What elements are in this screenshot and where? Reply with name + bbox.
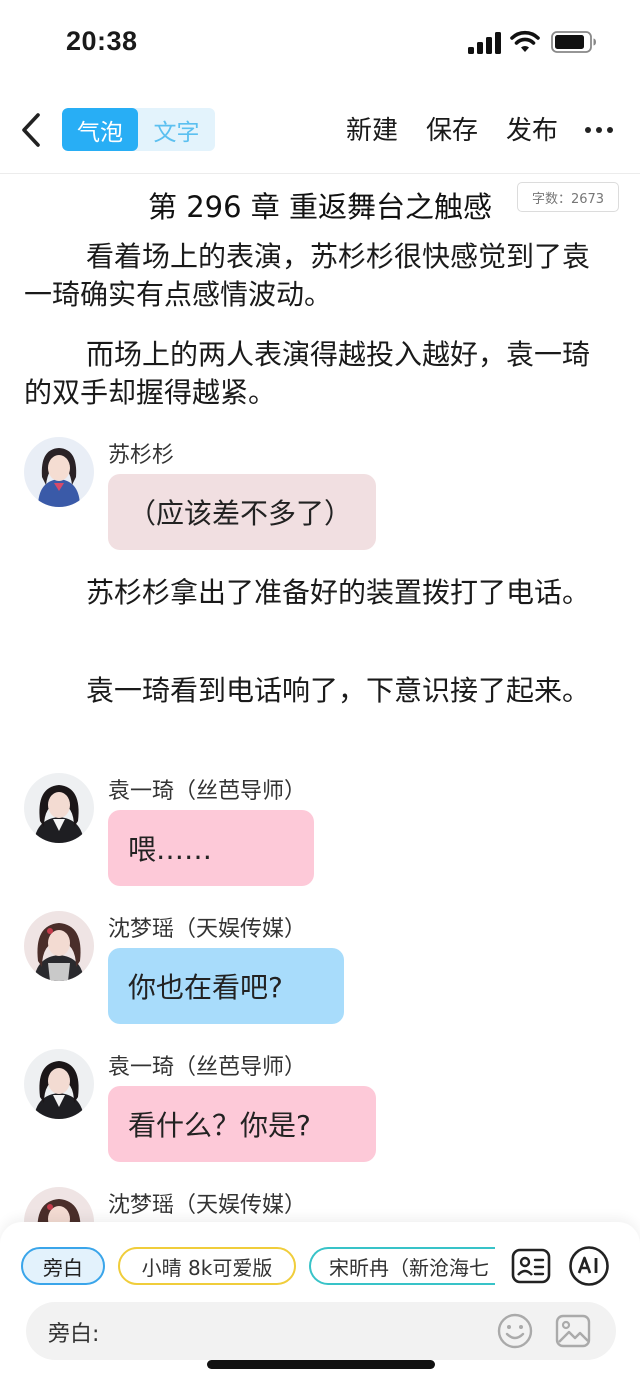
image-icon[interactable] xyxy=(554,1312,592,1350)
editor-header: 气泡 文字 新建 保存 发布 xyxy=(0,86,640,174)
word-count-badge: 字数：2673 xyxy=(517,182,619,212)
publish-button[interactable]: 发布 xyxy=(506,110,558,147)
new-button[interactable]: 新建 xyxy=(346,110,398,147)
role-chip-song[interactable]: 宋昕冉（新沧海七 xyxy=(309,1247,495,1285)
mode-toggle: 气泡 文字 xyxy=(62,108,215,151)
narration-paragraph[interactable]: 袁一琦看到电话响了，下意识接了起来。 xyxy=(24,672,610,710)
speaker-name: 苏杉杉 xyxy=(108,443,175,468)
battery-icon xyxy=(551,31,596,53)
avatar[interactable] xyxy=(24,773,94,843)
speaker-name: 沈梦瑶（天娱传媒） xyxy=(108,1193,307,1218)
home-indicator[interactable] xyxy=(207,1360,435,1369)
tab-text-mode[interactable]: 文字 xyxy=(138,108,215,151)
avatar[interactable] xyxy=(24,911,94,981)
role-list-icon[interactable] xyxy=(510,1245,552,1287)
status-bar: 20:38 xyxy=(0,0,640,86)
avatar-portrait-icon xyxy=(24,1049,94,1119)
avatar-portrait-icon xyxy=(24,911,94,981)
chevron-left-icon[interactable] xyxy=(18,110,48,150)
speaker-name: 袁一琦（丝芭导师） xyxy=(108,779,307,804)
narration-paragraph[interactable]: 苏杉杉拿出了准备好的装置拨打了电话。 xyxy=(24,574,610,612)
wifi-icon xyxy=(510,30,540,52)
ai-icon[interactable] xyxy=(568,1245,610,1287)
avatar[interactable] xyxy=(24,437,94,507)
save-button[interactable]: 保存 xyxy=(426,110,478,147)
role-chip-narration[interactable]: 旁白 xyxy=(21,1247,105,1285)
more-dots-icon[interactable] xyxy=(584,126,614,134)
signal-icon xyxy=(468,32,501,54)
speaker-name: 袁一琦（丝芭导师） xyxy=(108,1055,307,1080)
status-time: 20:38 xyxy=(66,26,138,56)
tab-bubble-mode[interactable]: 气泡 xyxy=(62,108,138,151)
narration-paragraph[interactable]: 而场上的两人表演得越投入越好，袁一琦的双手却握得越紧。 xyxy=(24,336,610,412)
dialogue-input[interactable]: 旁白: xyxy=(26,1302,616,1360)
input-speaker-label: 旁白: xyxy=(48,1322,100,1347)
avatar-portrait-icon xyxy=(24,437,94,507)
role-chip-xiaoqing[interactable]: 小晴 8k可爱版 xyxy=(118,1247,296,1285)
emoji-icon[interactable] xyxy=(496,1312,534,1350)
speaker-name: 沈梦瑶（天娱传媒） xyxy=(108,917,307,942)
chat-bubble[interactable]: 你也在看吧? xyxy=(108,948,344,1024)
chat-bubble[interactable]: （应该差不多了） xyxy=(108,474,376,550)
avatar-portrait-icon xyxy=(24,773,94,843)
chat-bubble[interactable]: 看什么？你是? xyxy=(108,1086,376,1162)
avatar[interactable] xyxy=(24,1049,94,1119)
chat-bubble[interactable]: 喂…… xyxy=(108,810,314,886)
narration-paragraph[interactable]: 看着场上的表演，苏杉杉很快感觉到了袁一琦确实有点感情波动。 xyxy=(24,238,610,314)
